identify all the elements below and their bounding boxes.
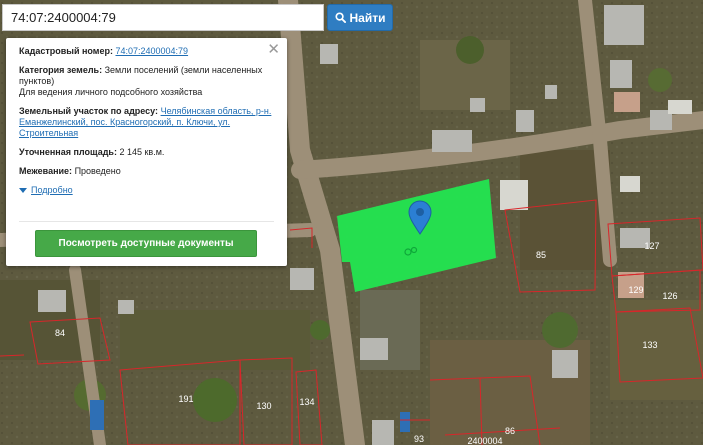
parcel-label: 126 — [662, 291, 677, 301]
parcel-label: 129 — [628, 285, 643, 295]
category-label: Категория земель: — [19, 65, 103, 75]
divider — [19, 221, 274, 222]
details-toggle[interactable]: Подробно — [19, 185, 274, 196]
close-icon[interactable]: ✕ — [267, 42, 280, 57]
parcel-label: 191 — [178, 394, 193, 404]
parcel-label: 2400004 — [467, 436, 502, 445]
search-icon — [334, 12, 346, 23]
parcel-label: 133 — [642, 340, 657, 350]
search-button[interactable]: Найти — [327, 4, 393, 31]
cadastral-label: Кадастровый номер: — [19, 46, 113, 56]
parcel-label: 134 — [299, 397, 314, 407]
triangle-down-icon — [19, 188, 27, 193]
survey-value: Проведено — [74, 166, 121, 176]
parcel-label: 86 — [505, 426, 515, 436]
area-label: Уточненная площадь: — [19, 147, 117, 157]
survey-label: Межевание: — [19, 166, 73, 176]
view-documents-button[interactable]: Посмотреть доступные документы — [35, 230, 257, 257]
cadastral-number-row: Кадастровый номер: 74:07:2400004:79 — [19, 46, 274, 57]
parcel-label: 85 — [536, 250, 546, 260]
address-row: Земельный участок по адресу: Челябинская… — [19, 106, 274, 139]
parcel-info-popup: ✕ Кадастровый номер: 74:07:2400004:79 Ка… — [6, 38, 287, 266]
search-input[interactable] — [2, 4, 324, 31]
land-category-row: Категория земель: Земли поселений (земли… — [19, 65, 274, 98]
details-label: Подробно — [31, 185, 73, 195]
area-value: 2 145 кв.м. — [119, 147, 165, 157]
address-label: Земельный участок по адресу: — [19, 106, 159, 116]
search-button-label: Найти — [349, 10, 386, 25]
cadastral-number-link[interactable]: 74:07:2400004:79 — [115, 46, 188, 56]
category-use: Для ведения личного подсобного хозяйства — [19, 87, 203, 97]
parcel-label: 93 — [414, 434, 424, 444]
parcel-label: 84 — [55, 328, 65, 338]
area-row: Уточненная площадь: 2 145 кв.м. — [19, 147, 274, 158]
parcel-label: 130 — [256, 401, 271, 411]
parcel-label: 127 — [644, 241, 659, 251]
survey-row: Межевание: Проведено — [19, 166, 274, 177]
